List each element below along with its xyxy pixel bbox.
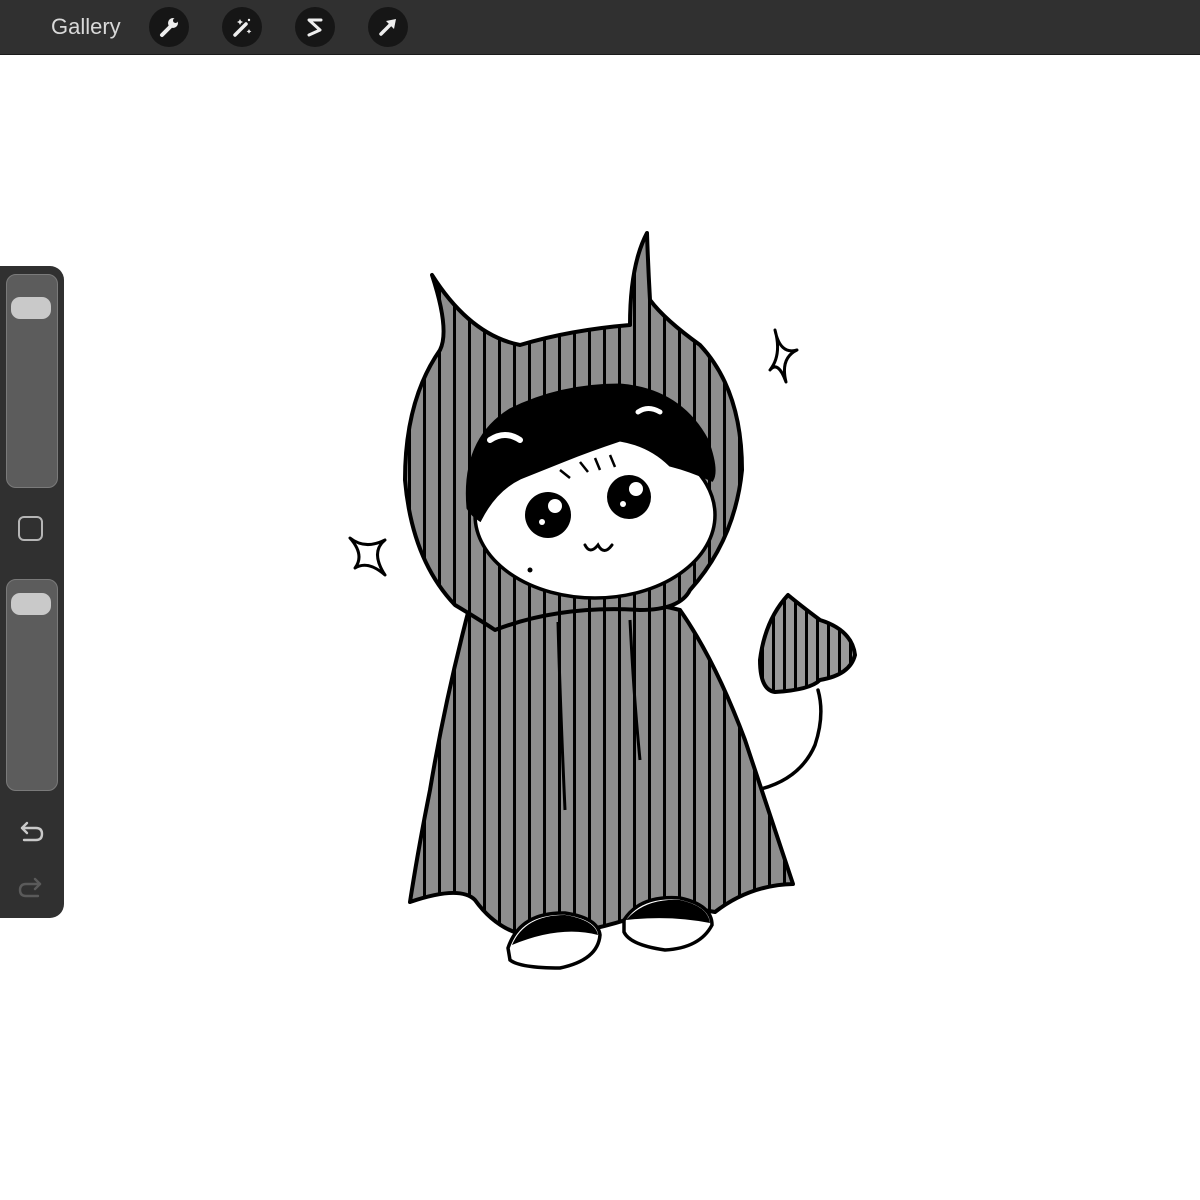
selection-button[interactable]	[295, 7, 335, 47]
actions-button[interactable]	[149, 7, 189, 47]
adjustments-button[interactable]	[222, 7, 262, 47]
cloak	[408, 596, 795, 940]
devil-character-drawing	[348, 231, 857, 970]
tail	[755, 688, 823, 792]
drawing-canvas[interactable]	[0, 55, 1200, 1200]
magic-wand-icon	[233, 18, 252, 37]
sparkle-right	[768, 328, 799, 384]
top-toolbar: Gallery	[0, 0, 1200, 55]
sparkle-left	[348, 536, 387, 577]
wrench-icon	[160, 18, 178, 37]
right-shoe	[622, 895, 714, 952]
gallery-button[interactable]: Gallery	[51, 14, 121, 40]
right-eye	[607, 475, 651, 519]
selection-s-icon	[307, 18, 323, 37]
arrow-cursor-icon	[379, 19, 396, 36]
tail-tip	[758, 593, 857, 694]
transform-button[interactable]	[368, 7, 408, 47]
left-eye	[525, 492, 571, 538]
